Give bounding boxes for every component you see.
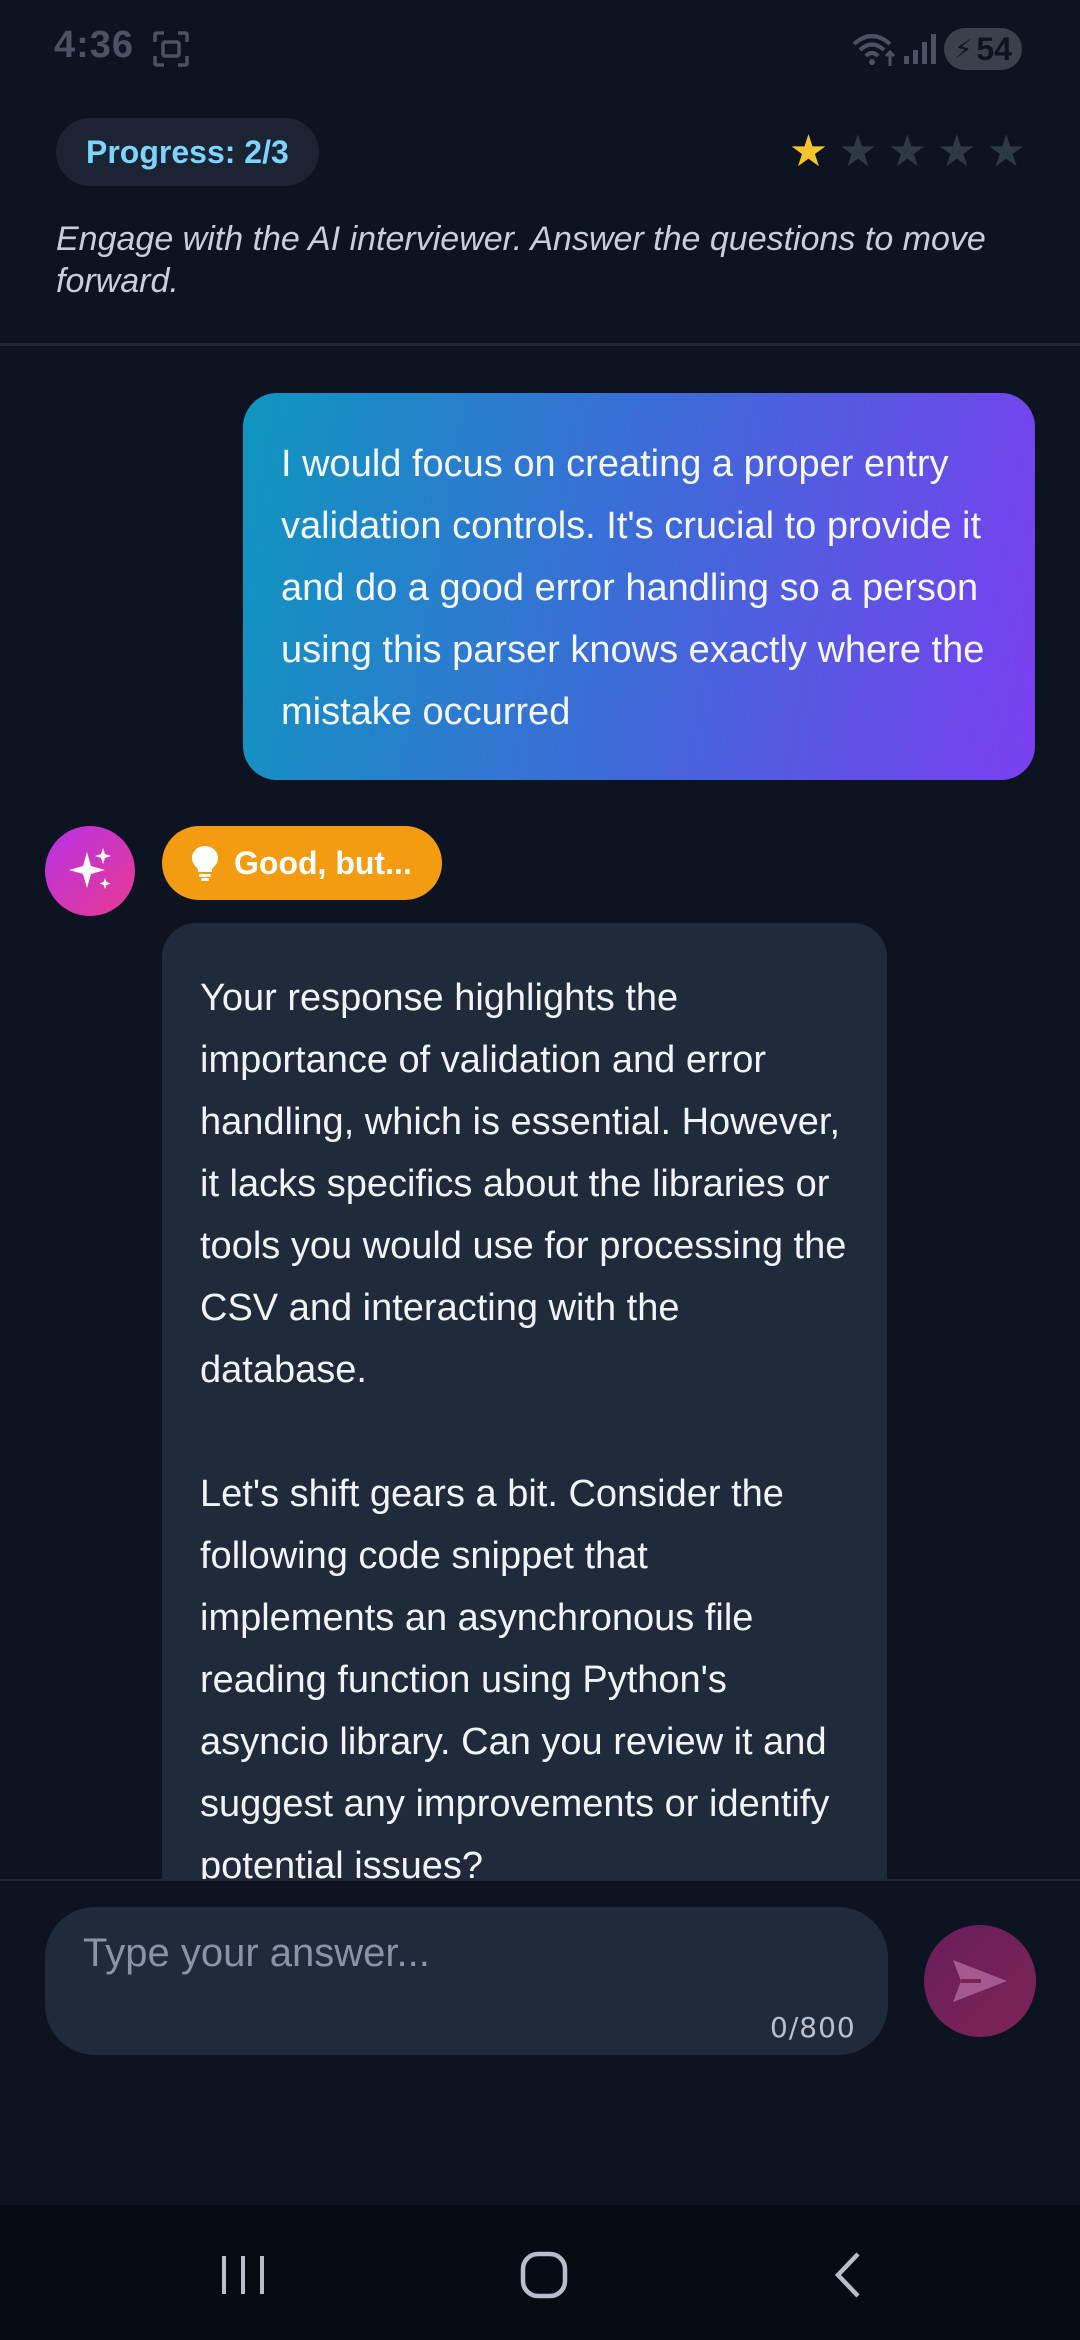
wifi-icon [852,34,896,66]
star-rating: ★ ★ ★ ★ ★ [789,128,1026,176]
system-navigation-bar [0,2205,1080,2340]
ai-message-bubble: Your response highlights the importance … [162,923,887,1879]
feedback-label: Good, but... [234,844,412,881]
ai-avatar [45,826,135,916]
send-icon [953,1960,1007,2002]
ai-message-paragraph: Your response highlights the importance … [200,977,847,1391]
send-button[interactable] [924,1925,1036,2037]
recent-apps-button[interactable] [203,2235,283,2315]
progress-badge: Progress: 2/3 [56,118,319,186]
answer-composer: 0/800 [0,1879,1080,2205]
interview-screen: 4:36 ⚡ 54 Progress: 2/3 ★ ★ ★ ★ ★ Engage… [0,0,1080,2340]
battery-charging-icon: ⚡ 54 [944,28,1022,70]
screenshot-capture-icon [153,31,189,67]
home-button[interactable] [504,2235,584,2315]
sparkles-icon [69,848,111,889]
star-icon-empty: ★ [838,127,878,176]
star-icon-empty: ★ [887,127,928,176]
signal-icon [904,34,936,64]
recent-apps-icon [222,2256,264,2294]
star-icon-filled: ★ [788,127,829,176]
star-icon-empty: ★ [986,127,1026,176]
ai-message-paragraph: Let's shift gears a bit. Consider the fo… [200,1473,830,1879]
interview-header: Progress: 2/3 ★ ★ ★ ★ ★ Engage with the … [0,100,1080,346]
feedback-badge: Good, but... [162,826,442,900]
user-message-bubble: I would focus on creating a proper entry… [243,393,1035,780]
chat-thread[interactable]: I would focus on creating a proper entry… [0,349,1080,1879]
character-counter: 0/800 [770,2011,856,2044]
back-chevron-icon [834,2252,860,2298]
instructions-text: Engage with the AI interviewer. Answer t… [56,220,986,300]
star-icon-empty: ★ [937,127,977,176]
back-button[interactable] [808,2235,888,2315]
status-bar: 4:36 ⚡ 54 [0,0,1080,100]
lightbulb-icon [192,846,218,881]
status-time: 4:36 [54,24,135,66]
answer-input[interactable] [45,1907,888,2055]
home-icon [520,2251,568,2299]
battery-level: 54 [976,30,1012,67]
